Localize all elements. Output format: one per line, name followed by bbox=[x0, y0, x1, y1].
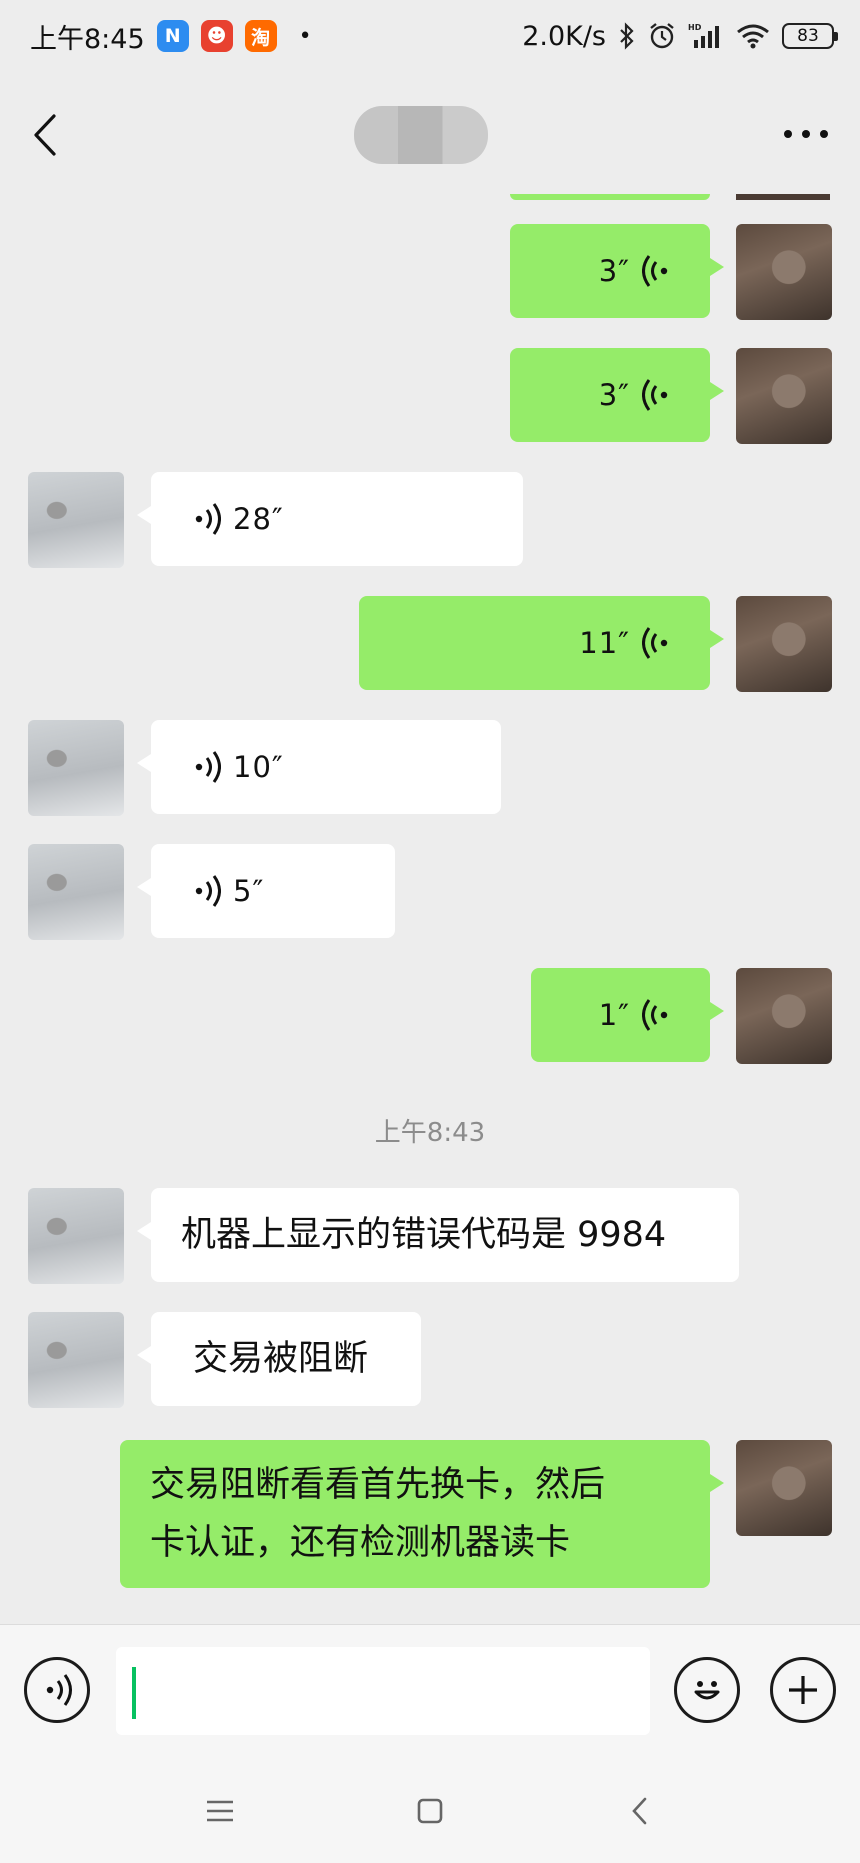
text-message-bubble[interactable]: 机器上显示的错误代码是 9984 bbox=[137, 1188, 739, 1282]
nav-home-button[interactable] bbox=[410, 1791, 450, 1831]
partial-avatar bbox=[736, 194, 830, 200]
message-text: 机器上显示的错误代码是 9984 bbox=[181, 1215, 667, 1255]
my-avatar[interactable] bbox=[736, 596, 832, 692]
voice-input-button[interactable] bbox=[24, 1657, 90, 1723]
voice-wave-icon bbox=[642, 379, 668, 411]
message-text-line-1: 交易阻断看看首先换卡，然后 bbox=[150, 1465, 606, 1505]
more-options-icon[interactable] bbox=[782, 124, 830, 144]
voice-input-icon bbox=[46, 1674, 72, 1706]
home-square-icon bbox=[417, 1798, 443, 1823]
wifi-icon bbox=[737, 24, 769, 49]
voice-duration: 3″ bbox=[598, 254, 630, 288]
voice-duration: 3″ bbox=[598, 378, 630, 412]
emoji-button[interactable] bbox=[674, 1657, 740, 1723]
status-bar: 上午8:45 N ☻ 淘 • 2.0K/s HD 83 bbox=[0, 0, 860, 72]
voice-message-bubble[interactable]: 3″ bbox=[510, 348, 724, 442]
alarm-icon bbox=[650, 23, 674, 49]
voice-duration: 11″ bbox=[579, 626, 630, 660]
nav-menu-button[interactable] bbox=[200, 1791, 240, 1831]
net-speed: 2.0K/s bbox=[522, 20, 606, 52]
status-left: 上午8:45 N ☻ 淘 • bbox=[30, 17, 312, 56]
voice-wave-icon bbox=[642, 255, 668, 287]
plus-icon bbox=[789, 1676, 817, 1704]
partial-message-bubble bbox=[510, 194, 710, 200]
voice-duration: 1″ bbox=[598, 998, 630, 1032]
voice-duration: 28″ bbox=[233, 502, 284, 536]
contact-avatar[interactable] bbox=[28, 1188, 124, 1284]
my-avatar[interactable] bbox=[736, 224, 832, 320]
voice-wave-icon bbox=[642, 627, 668, 659]
signal-icon: HD bbox=[688, 23, 719, 48]
text-cursor bbox=[132, 1667, 136, 1719]
voice-wave-icon bbox=[642, 999, 668, 1031]
menu-icon bbox=[207, 1800, 233, 1821]
contact-avatar[interactable] bbox=[28, 1312, 124, 1408]
chat-timestamp: 上午8:43 bbox=[374, 1118, 486, 1148]
voice-message-bubble[interactable]: 1″ bbox=[531, 968, 724, 1062]
voice-message-bubble[interactable]: 3″ bbox=[510, 224, 724, 318]
system-nav-bar bbox=[0, 1758, 860, 1863]
n-app-icon: N bbox=[156, 20, 189, 52]
title-bar bbox=[0, 72, 860, 194]
notification-dot: • bbox=[298, 23, 312, 49]
voice-wave-icon bbox=[195, 503, 221, 535]
voice-message-bubble[interactable]: 11″ bbox=[359, 596, 724, 690]
contact-avatar[interactable] bbox=[28, 844, 124, 940]
voice-message-bubble[interactable]: 5″ bbox=[137, 844, 395, 938]
input-bar bbox=[0, 1624, 860, 1758]
my-avatar[interactable] bbox=[736, 968, 832, 1064]
voice-message-bubble[interactable]: 28″ bbox=[137, 472, 523, 566]
voice-wave-icon bbox=[195, 751, 221, 783]
text-message-bubble[interactable]: 交易阻断看看首先换卡，然后 卡认证，还有检测机器读卡 bbox=[120, 1440, 724, 1588]
status-time: 上午8:45 bbox=[30, 23, 145, 55]
voice-duration: 10″ bbox=[233, 750, 284, 784]
mascot-app-icon: ☻ bbox=[200, 20, 233, 52]
nav-back-icon bbox=[632, 1797, 647, 1824]
message-input[interactable] bbox=[116, 1647, 650, 1735]
my-avatar[interactable] bbox=[736, 348, 832, 444]
taobao-app-icon: 淘 bbox=[244, 20, 277, 52]
my-avatar[interactable] bbox=[736, 1440, 832, 1536]
chat-area[interactable]: 3″ 3″ 28″ 11″ 10″ 5″ 1″ 上午8:43 机器上显示的错误代… bbox=[0, 194, 860, 1624]
svg-text:HD: HD bbox=[688, 23, 702, 32]
contact-name-blurred bbox=[354, 106, 488, 164]
contact-avatar[interactable] bbox=[28, 720, 124, 816]
nav-back-button[interactable] bbox=[620, 1791, 660, 1831]
voice-wave-icon bbox=[195, 875, 221, 907]
voice-duration: 5″ bbox=[233, 874, 265, 908]
emoji-icon bbox=[694, 1681, 720, 1700]
message-text: 交易被阻断 bbox=[193, 1339, 369, 1379]
status-right: 2.0K/s HD 83 bbox=[522, 20, 838, 52]
voice-message-bubble[interactable]: 10″ bbox=[137, 720, 501, 814]
add-attachment-button[interactable] bbox=[770, 1657, 836, 1723]
battery-indicator: 83 bbox=[782, 23, 838, 49]
message-text-line-2: 卡认证，还有检测机器读卡 bbox=[150, 1523, 571, 1563]
back-arrow-icon[interactable] bbox=[28, 110, 68, 160]
text-message-bubble[interactable]: 交易被阻断 bbox=[137, 1312, 421, 1406]
bluetooth-icon bbox=[620, 22, 634, 50]
contact-avatar[interactable] bbox=[28, 472, 124, 568]
